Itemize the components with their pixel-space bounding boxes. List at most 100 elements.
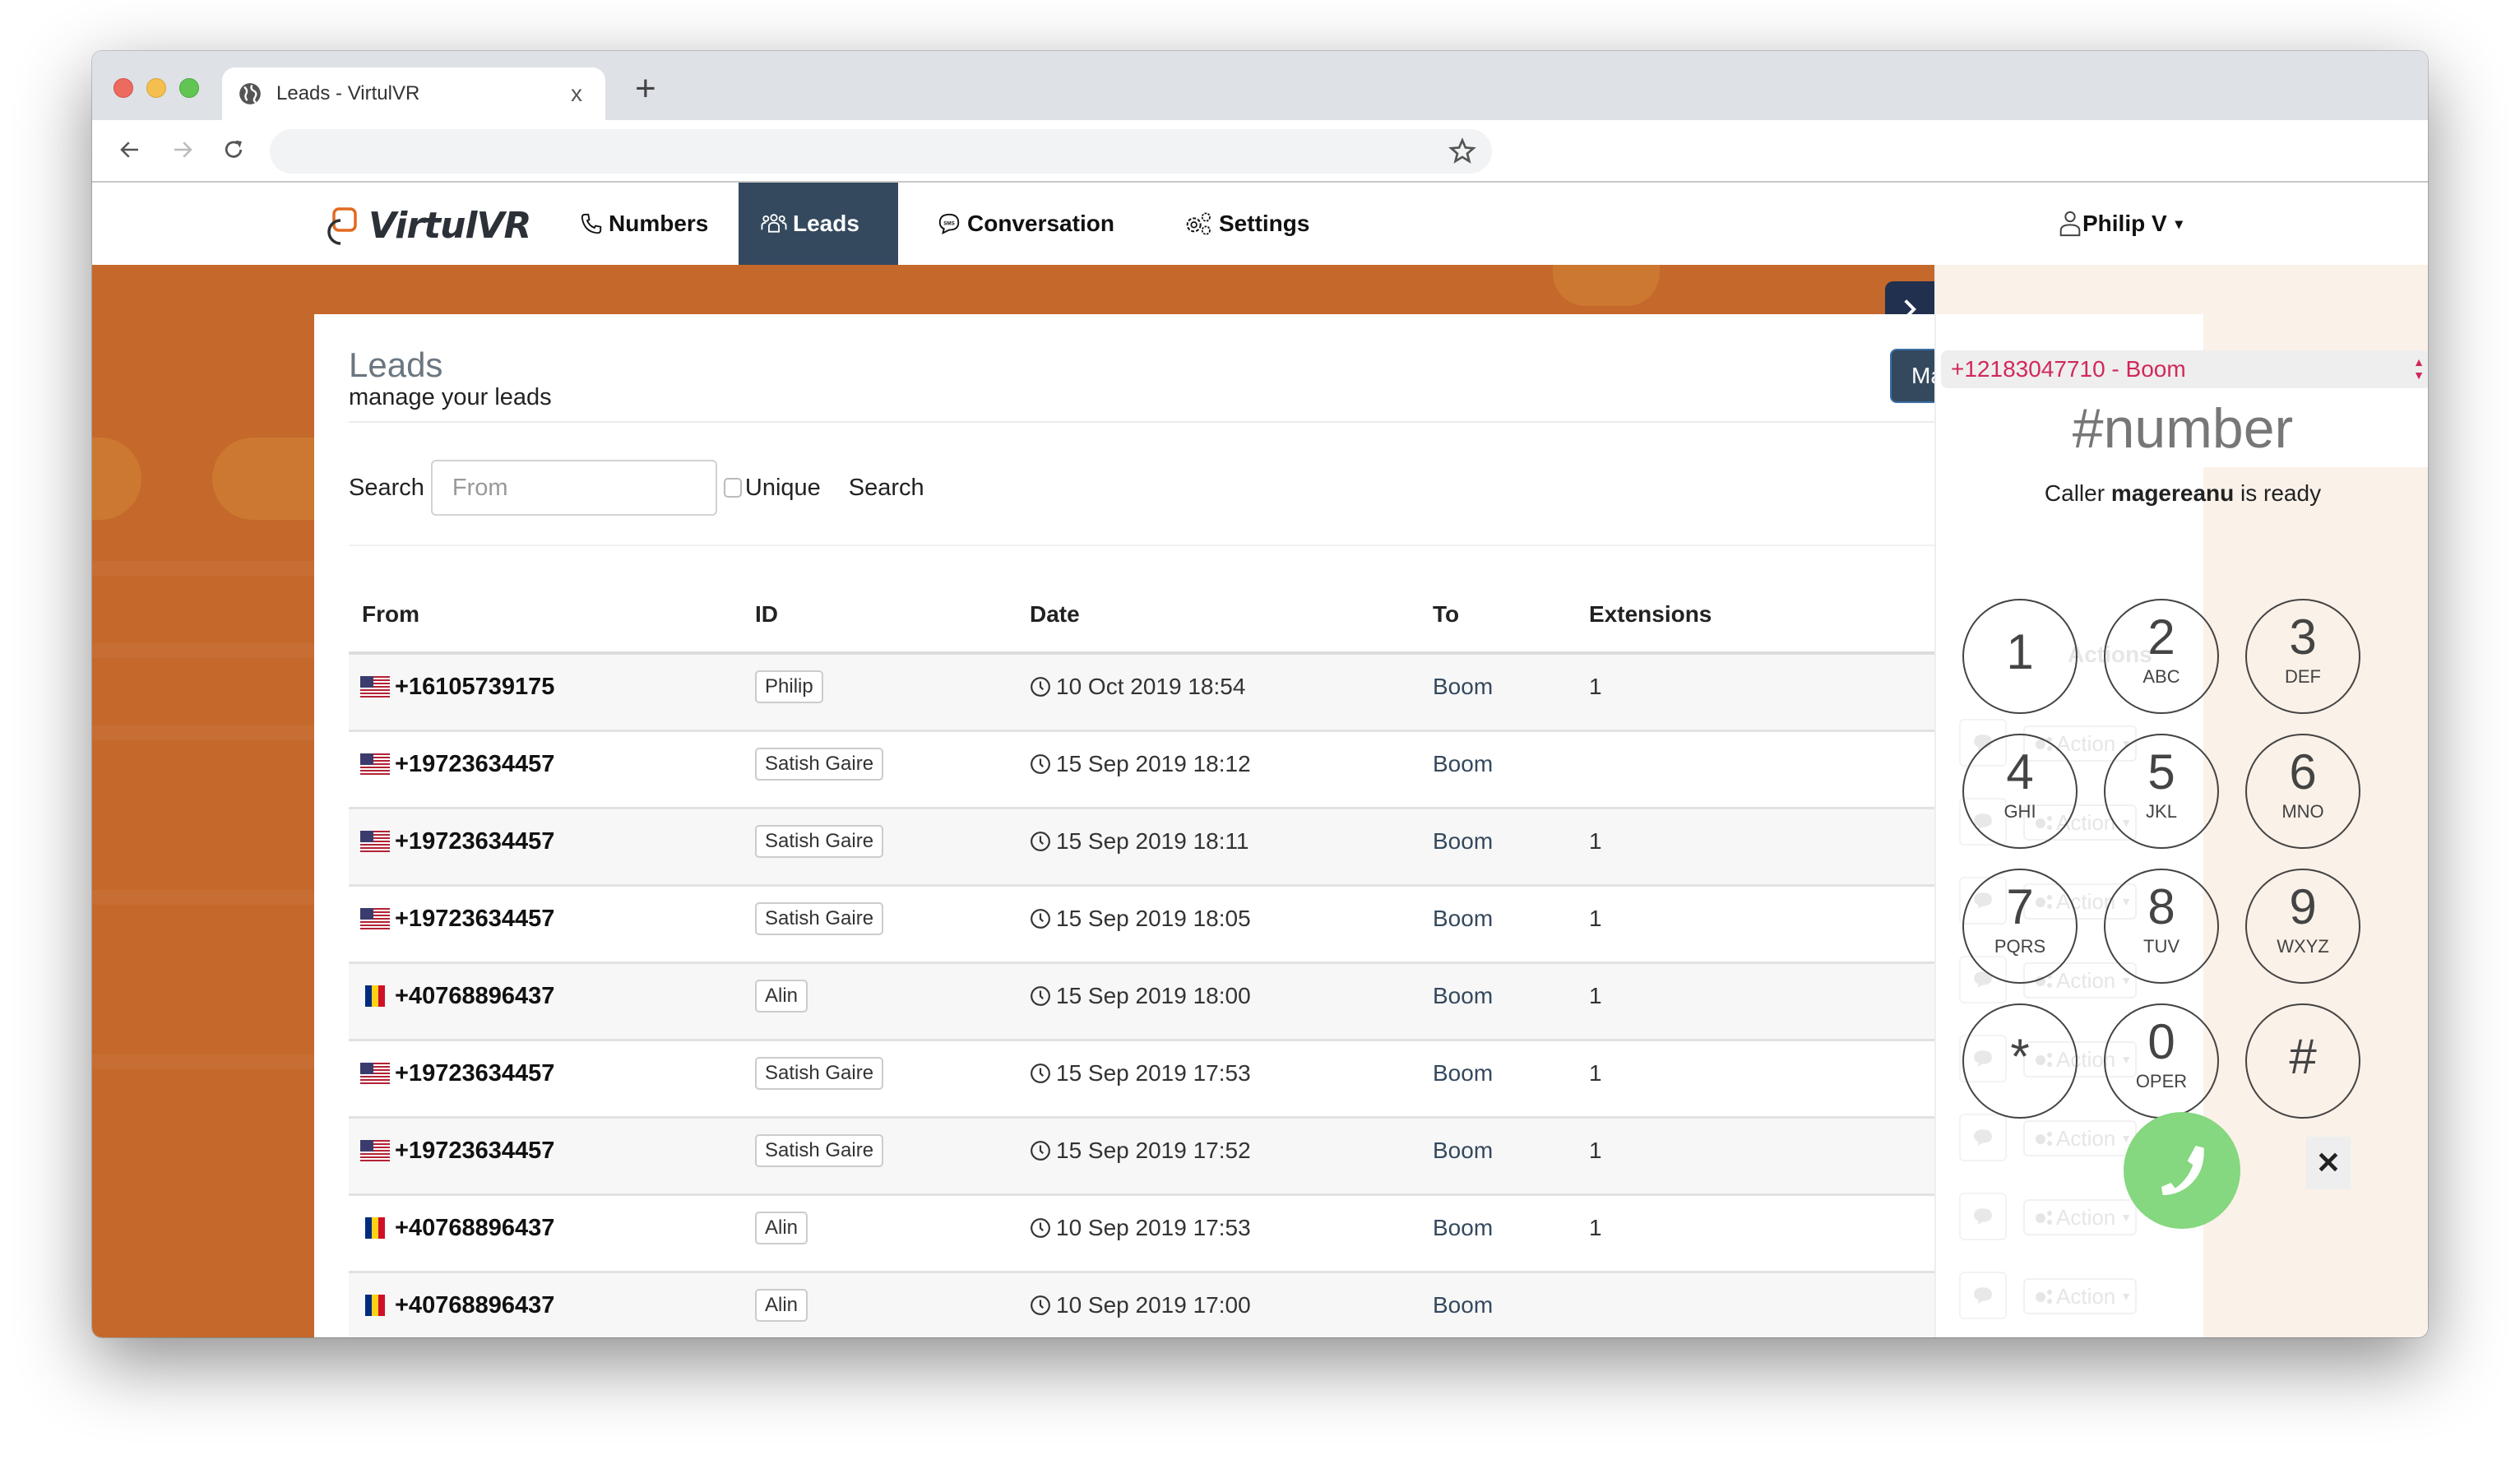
nav-leads[interactable]: Leads [739,183,898,265]
dial-key-1[interactable]: 1 [1962,599,2078,714]
date-cell: 15 Sep 2019 17:53 [1030,1056,1251,1091]
table-row[interactable]: +19723634457 Satish Gaire 15 Sep 2019 18:1… [349,732,1934,809]
row-action-label: Action [2056,967,2116,993]
from-number[interactable]: +16105739175 [395,674,554,701]
tab-close-icon[interactable]: x [564,81,589,107]
dial-key-letters: JKL [2146,801,2177,822]
dial-key-3[interactable]: 3 DEF [2245,599,2360,714]
address-bar[interactable] [270,129,1492,174]
new-tab-button[interactable]: + [635,71,656,107]
to-link[interactable]: Boom [1433,1060,1493,1087]
bookmark-star-icon[interactable] [1448,137,1477,166]
from-number[interactable]: +19723634457 [395,828,554,855]
from-number[interactable]: +40768896437 [395,1292,554,1319]
maximize-window-button[interactable] [179,78,199,98]
user-icon [2059,211,2081,237]
extensions-value: 1 [1589,674,1602,699]
close-window-button[interactable] [113,78,133,98]
to-link[interactable]: Boom [1433,1292,1493,1318]
from-cell: +19723634457 [360,824,554,859]
row-action-dropdown[interactable]: Action ▼ [2023,1199,2137,1235]
column-header-from[interactable]: From [362,601,419,628]
select-arrows-icon: ▲ ▼ [2413,355,2425,382]
column-header-date[interactable]: Date [1030,601,1080,628]
table-row[interactable]: +19723634457 Satish Gaire 15 Sep 2019 18:0… [349,887,1934,964]
to-link[interactable]: Boom [1433,674,1493,700]
from-number[interactable]: +40768896437 [395,983,554,1010]
table-header: From ID Date To Extensions [349,577,1934,655]
table-row[interactable]: +40768896437 Alin 10 Sep 2019 17:00 Boom [349,1273,1934,1337]
caller-number-select[interactable]: +12183047710 - Boom ▲ ▼ [1941,350,2428,388]
column-header-to[interactable]: To [1433,601,1459,628]
table-row[interactable]: +19723634457 Satish Gaire 15 Sep 2019 17:5… [349,1041,1934,1119]
table-row[interactable]: +40768896437 Alin 10 Sep 2019 17:53 Boom 1 [349,1196,1934,1273]
dial-key-2[interactable]: 2 ABC [2104,599,2219,714]
row-action-dropdown[interactable]: Action ▼ [2023,1120,2137,1156]
row-action-dropdown[interactable]: Action ▼ [2023,1278,2137,1314]
from-number[interactable]: +19723634457 [395,1138,554,1165]
row-action-label: Action [2056,730,2116,756]
clear-button[interactable]: ✕ [2306,1137,2351,1189]
row-sms-button[interactable] [1959,1114,2007,1161]
forward-button[interactable] [166,132,199,168]
to-link[interactable]: Boom [1433,1138,1493,1164]
gears-icon [1186,212,1211,235]
dial-key-8[interactable]: 8 TUV [2104,869,2219,984]
row-sms-button[interactable] [1959,1272,2007,1319]
user-menu[interactable]: Philip V ▾ [2058,183,2183,265]
dial-key-letters: GHI [2003,801,2036,822]
dialed-number-display[interactable]: #number [1936,396,2428,461]
to-link[interactable]: Boom [1433,906,1493,932]
from-number[interactable]: +40768896437 [395,1215,554,1242]
table-row[interactable]: +19723634457 Satish Gaire 15 Sep 2019 17:5… [349,1119,1934,1196]
page-title: Leads [349,345,443,384]
phone-icon [2161,1146,2204,1195]
dial-key-6[interactable]: 6 MNO [2245,734,2360,849]
id-badge: Alin [755,1212,808,1244]
dial-key-4[interactable]: 4 GHI [1962,734,2078,849]
table-row[interactable]: +40768896437 Alin 15 Sep 2019 18:00 Boom 1 [349,964,1934,1041]
nav-numbers[interactable]: Numbers [558,183,730,265]
caller-suffix: is ready [2240,480,2322,506]
dial-key-0[interactable]: 0 OPER [2104,1003,2219,1119]
dial-key-9[interactable]: 9 WXYZ [2245,869,2360,984]
column-header-id[interactable]: ID [755,601,778,628]
dial-key-letters: OPER [2135,1071,2188,1091]
dialer-panel: Actions Action ▼ Action ▼ Action ▼ Action ▼ Acti… [1934,265,2428,1337]
table-row[interactable]: +19723634457 Satish Gaire 15 Sep 2019 18:1… [349,809,1934,887]
from-number[interactable]: +19723634457 [395,1060,554,1087]
page-header: Leads manage your leads [349,347,552,411]
browser-tab[interactable]: Leads - VirtulVR x [222,67,605,120]
to-link[interactable]: Boom [1433,828,1493,855]
id-cell: Satish Gaire [755,824,884,859]
to-cell: Boom [1433,1288,1493,1323]
search-from-input[interactable]: From [430,460,717,516]
to-link[interactable]: Boom [1433,751,1493,777]
dial-key-7[interactable]: 7 PQRS [1962,869,2078,984]
search-button[interactable]: Search [849,475,924,502]
column-header-extensions[interactable]: Extensions [1589,601,1712,628]
dial-key-digit: 1 [2006,624,2034,679]
nav-conversation[interactable]: SMS Conversation [915,183,1136,265]
call-button[interactable] [2124,1112,2240,1229]
dial-key-5[interactable]: 5 JKL [2104,734,2219,849]
clock-icon [1031,909,1050,929]
back-button[interactable] [113,132,146,168]
brand-logo[interactable]: VirtulVR [321,202,531,248]
dial-key-hash[interactable]: # [2245,1003,2360,1119]
table-row[interactable]: +16105739175 Philip 10 Oct 2019 18:54 Boom 1 [349,655,1934,732]
search-form: Search From Unique Search [349,459,924,517]
minimize-window-button[interactable] [146,78,166,98]
clock-icon [1031,832,1050,851]
reload-button[interactable] [217,132,250,168]
to-link[interactable]: Boom [1433,1215,1493,1241]
unique-checkbox[interactable] [723,478,742,498]
flag-us-icon [360,831,390,852]
date-value: 10 Sep 2019 17:00 [1056,1292,1251,1318]
dial-key-star[interactable]: * [1962,1003,2078,1119]
from-number[interactable]: +19723634457 [395,906,554,933]
from-number[interactable]: +19723634457 [395,751,554,778]
nav-settings[interactable]: Settings [1161,183,1331,265]
row-sms-button[interactable] [1959,1193,2007,1240]
to-link[interactable]: Boom [1433,983,1493,1009]
